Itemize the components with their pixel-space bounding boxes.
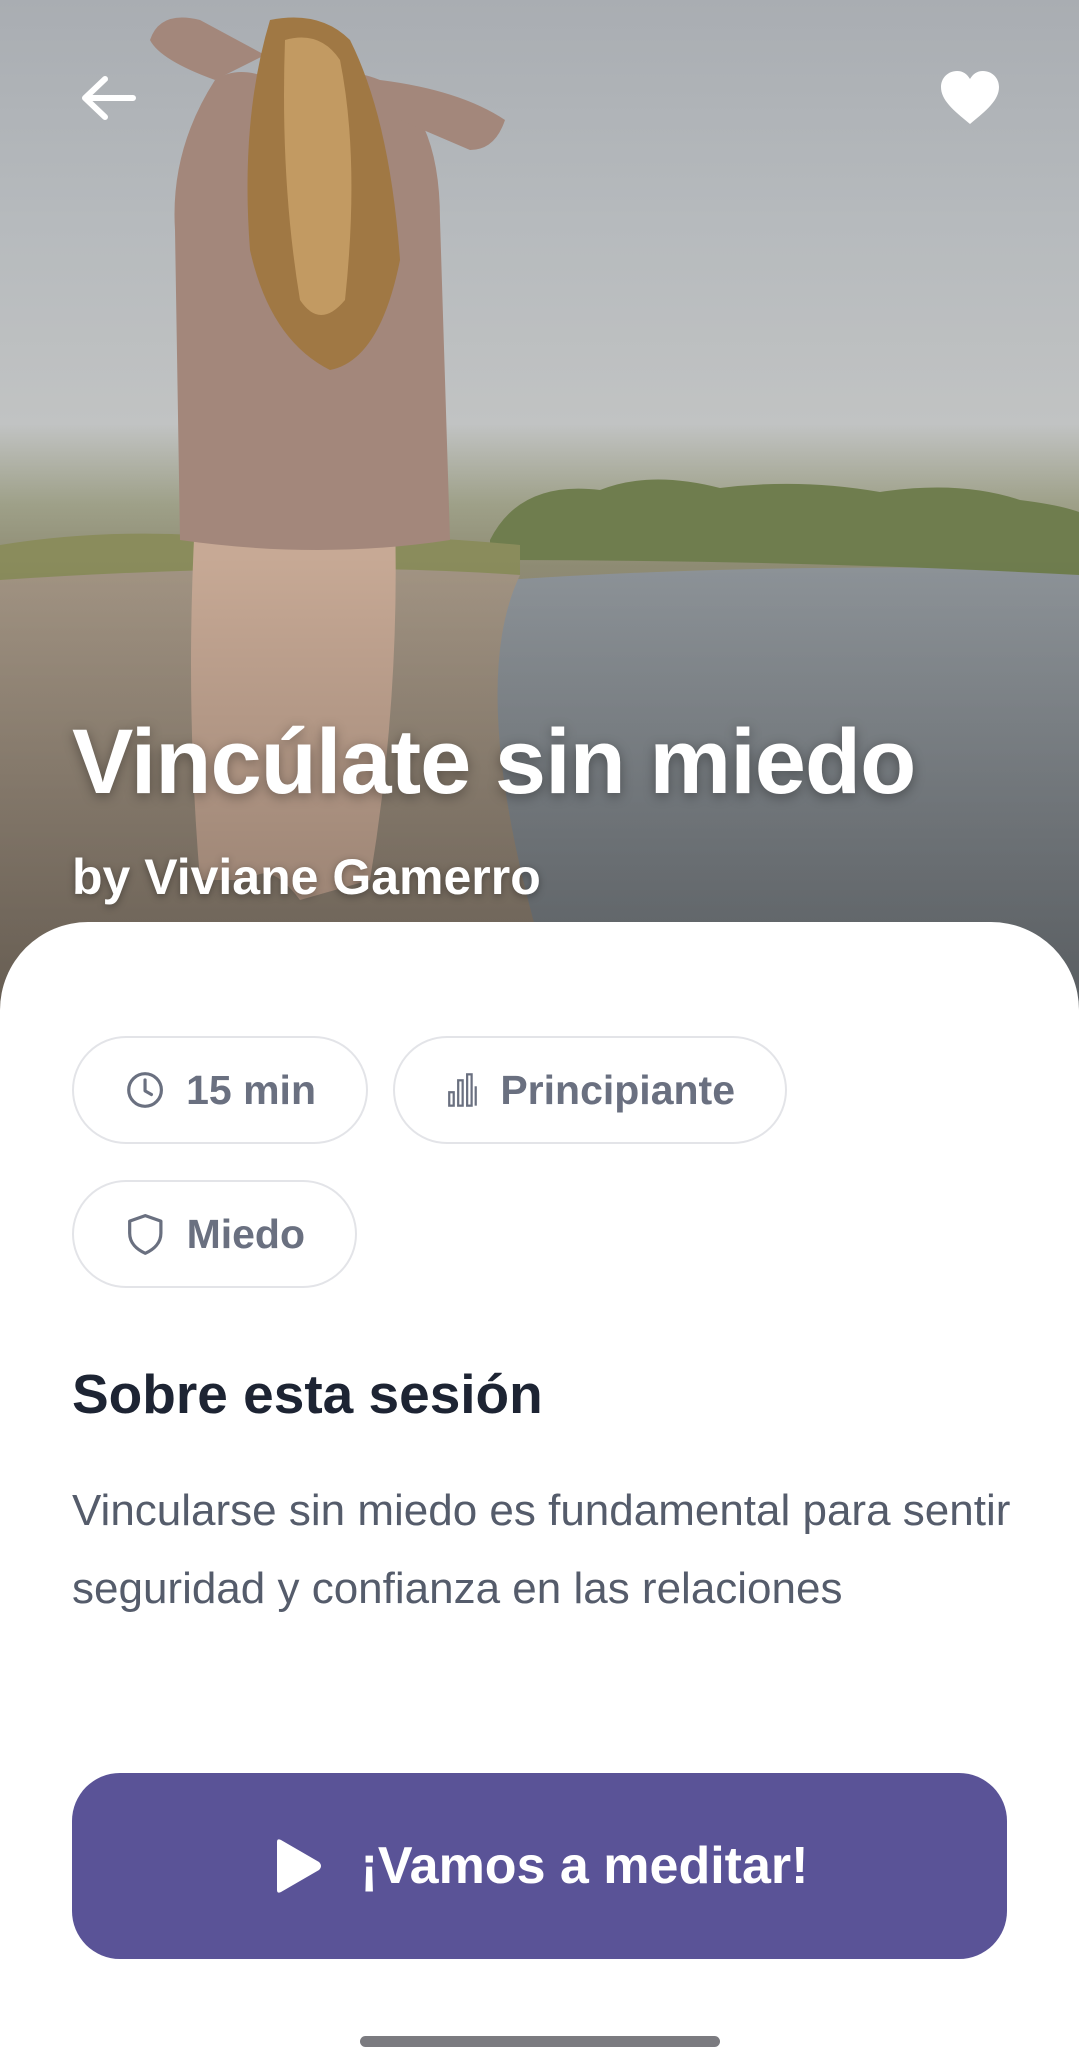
duration-chip[interactable]: 15 min [72,1036,368,1144]
topic-chip[interactable]: Miedo [72,1180,357,1288]
about-heading: Sobre esta sesión [72,1363,543,1425]
start-meditation-button[interactable]: ¡Vamos a meditar! [72,1773,1007,1959]
session-title: Vincúlate sin miedo [72,711,916,813]
clock-icon [127,1072,163,1108]
about-description: Vincularse sin miedo es fundamental para… [72,1486,1011,1613]
play-icon [276,1839,321,1893]
topic-label: Miedo [186,1210,305,1257]
shield-icon [128,1214,163,1255]
hero-image: Vincúlate sin miedo by Viviane Gamerro [0,0,1079,1010]
heart-icon [941,71,999,124]
favorite-button[interactable] [930,58,1010,138]
arrow-left-icon [82,76,136,120]
back-button[interactable] [68,58,148,138]
level-label: Principiante [500,1066,735,1113]
duration-label: 15 min [186,1066,316,1113]
bar-chart-icon [448,1073,477,1107]
level-chip[interactable]: Principiante [393,1036,787,1144]
session-author: by Viviane Gamerro [72,849,541,905]
home-indicator[interactable] [360,2036,720,2047]
start-meditation-label: ¡Vamos a meditar! [360,1837,809,1895]
